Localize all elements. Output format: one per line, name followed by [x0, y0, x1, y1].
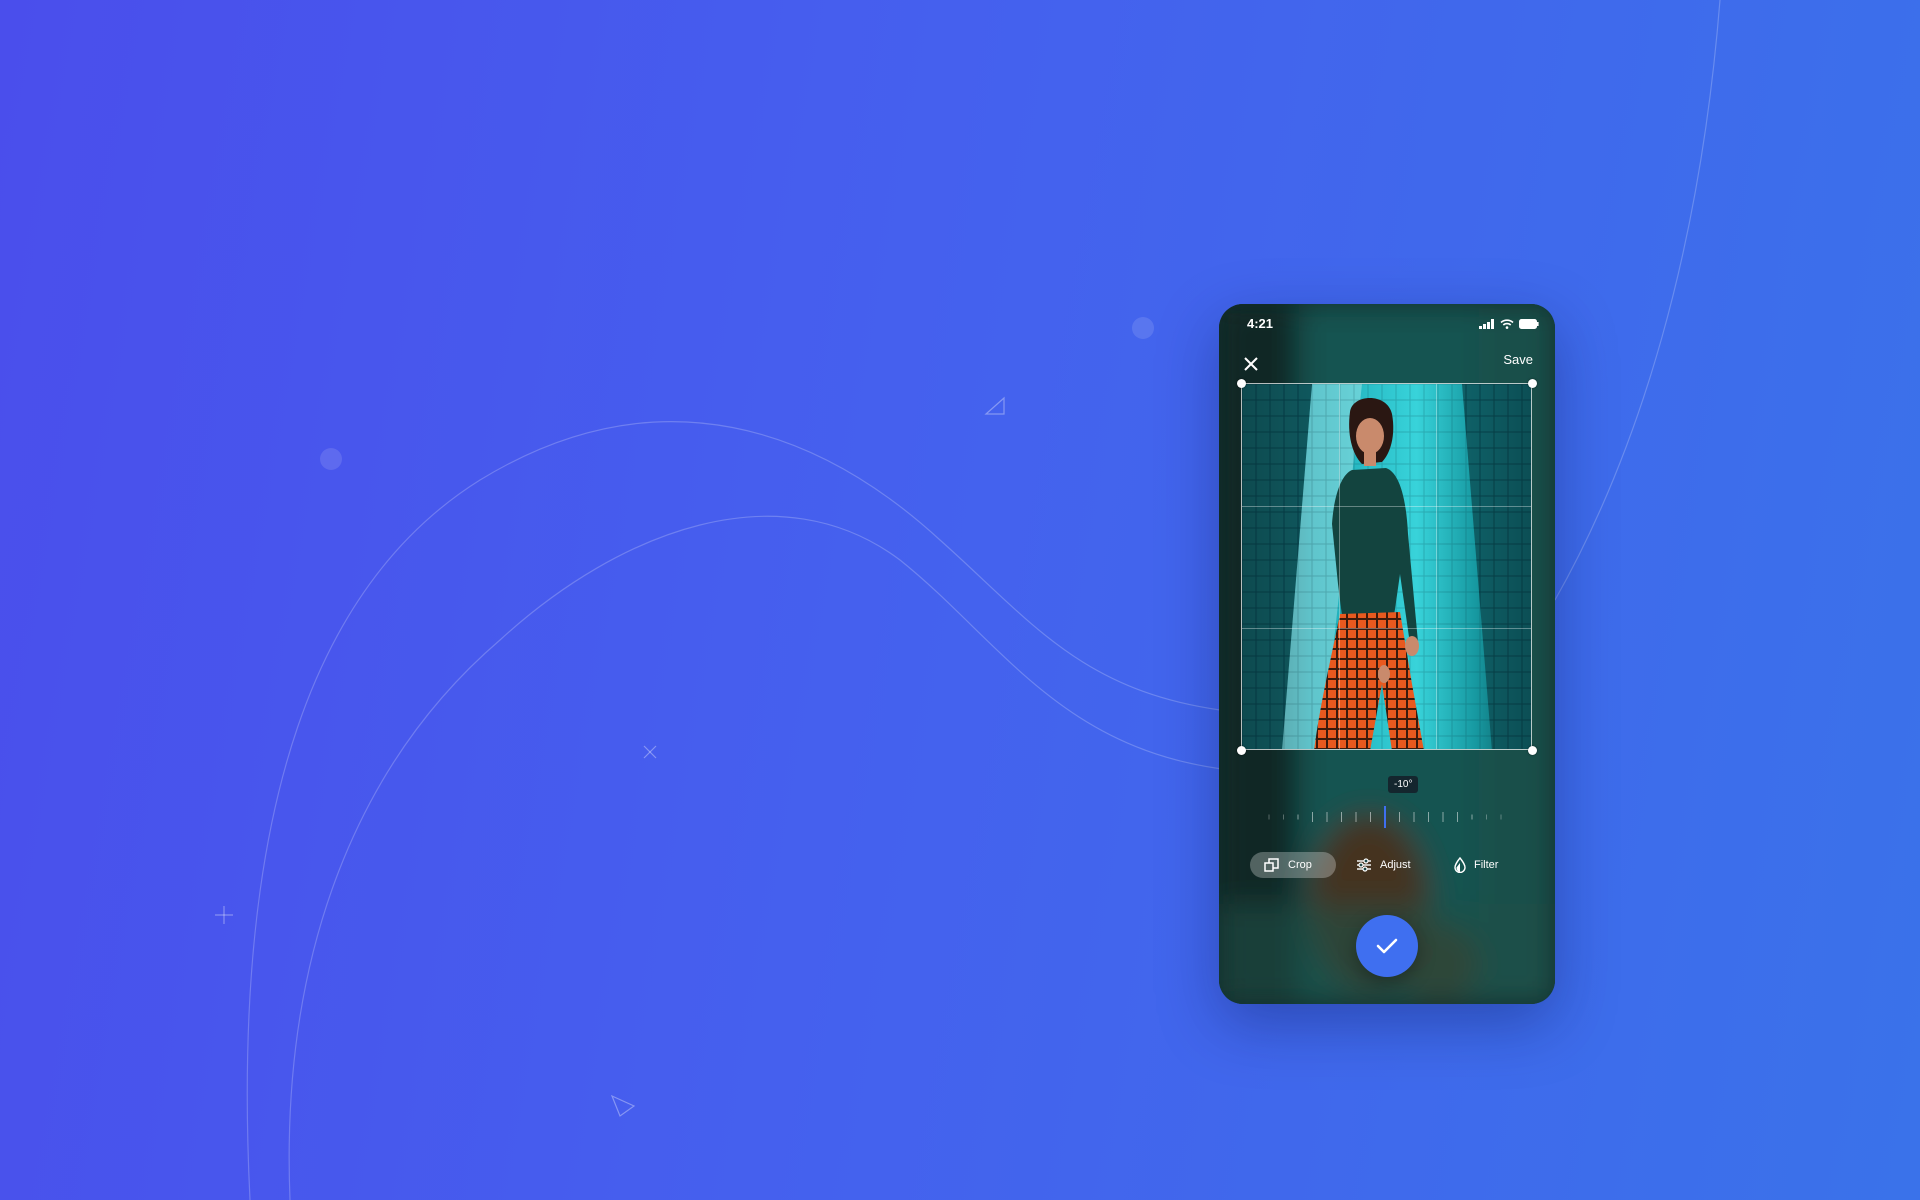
status-time: 4:21 [1247, 316, 1274, 331]
tab-crop[interactable]: Crop [1250, 852, 1336, 878]
tab-adjust-label: Adjust [1380, 859, 1411, 871]
battery-icon [1519, 319, 1539, 329]
drop-icon [1454, 857, 1466, 873]
crop-icon [1264, 858, 1279, 872]
close-button[interactable] [1237, 350, 1265, 378]
wifi-icon [1500, 319, 1514, 329]
confirm-button[interactable] [1356, 915, 1418, 977]
phone-frame: 4:21 Save -10° Crop Adjust Filter [1219, 304, 1555, 1004]
crop-grid-v2 [1436, 384, 1437, 749]
close-icon [1244, 357, 1258, 371]
crop-handle-top-right[interactable] [1528, 379, 1537, 388]
crop-handle-top-left[interactable] [1237, 379, 1246, 388]
rotation-angle-label: -10° [1388, 776, 1419, 793]
check-icon [1376, 938, 1398, 954]
crop-grid-h1 [1242, 506, 1531, 507]
photo-preview [1242, 384, 1531, 749]
rotation-ruler[interactable] [1259, 804, 1515, 830]
crop-grid-v1 [1339, 384, 1340, 749]
crop-handle-bottom-left[interactable] [1237, 746, 1246, 755]
save-button[interactable]: Save [1503, 352, 1533, 367]
status-bar: 4:21 [1219, 304, 1555, 344]
crop-grid-h2 [1242, 628, 1531, 629]
tool-bar: Crop Adjust Filter [1250, 852, 1530, 878]
sliders-icon [1357, 858, 1371, 872]
tab-adjust[interactable]: Adjust [1342, 852, 1432, 878]
crop-area[interactable] [1241, 383, 1532, 750]
signal-icon [1479, 319, 1494, 329]
crop-handle-bottom-right[interactable] [1528, 746, 1537, 755]
background-decoration [215, 0, 1721, 1200]
tab-crop-label: Crop [1288, 859, 1312, 871]
tab-filter[interactable]: Filter [1440, 852, 1524, 878]
tab-filter-label: Filter [1474, 859, 1499, 871]
